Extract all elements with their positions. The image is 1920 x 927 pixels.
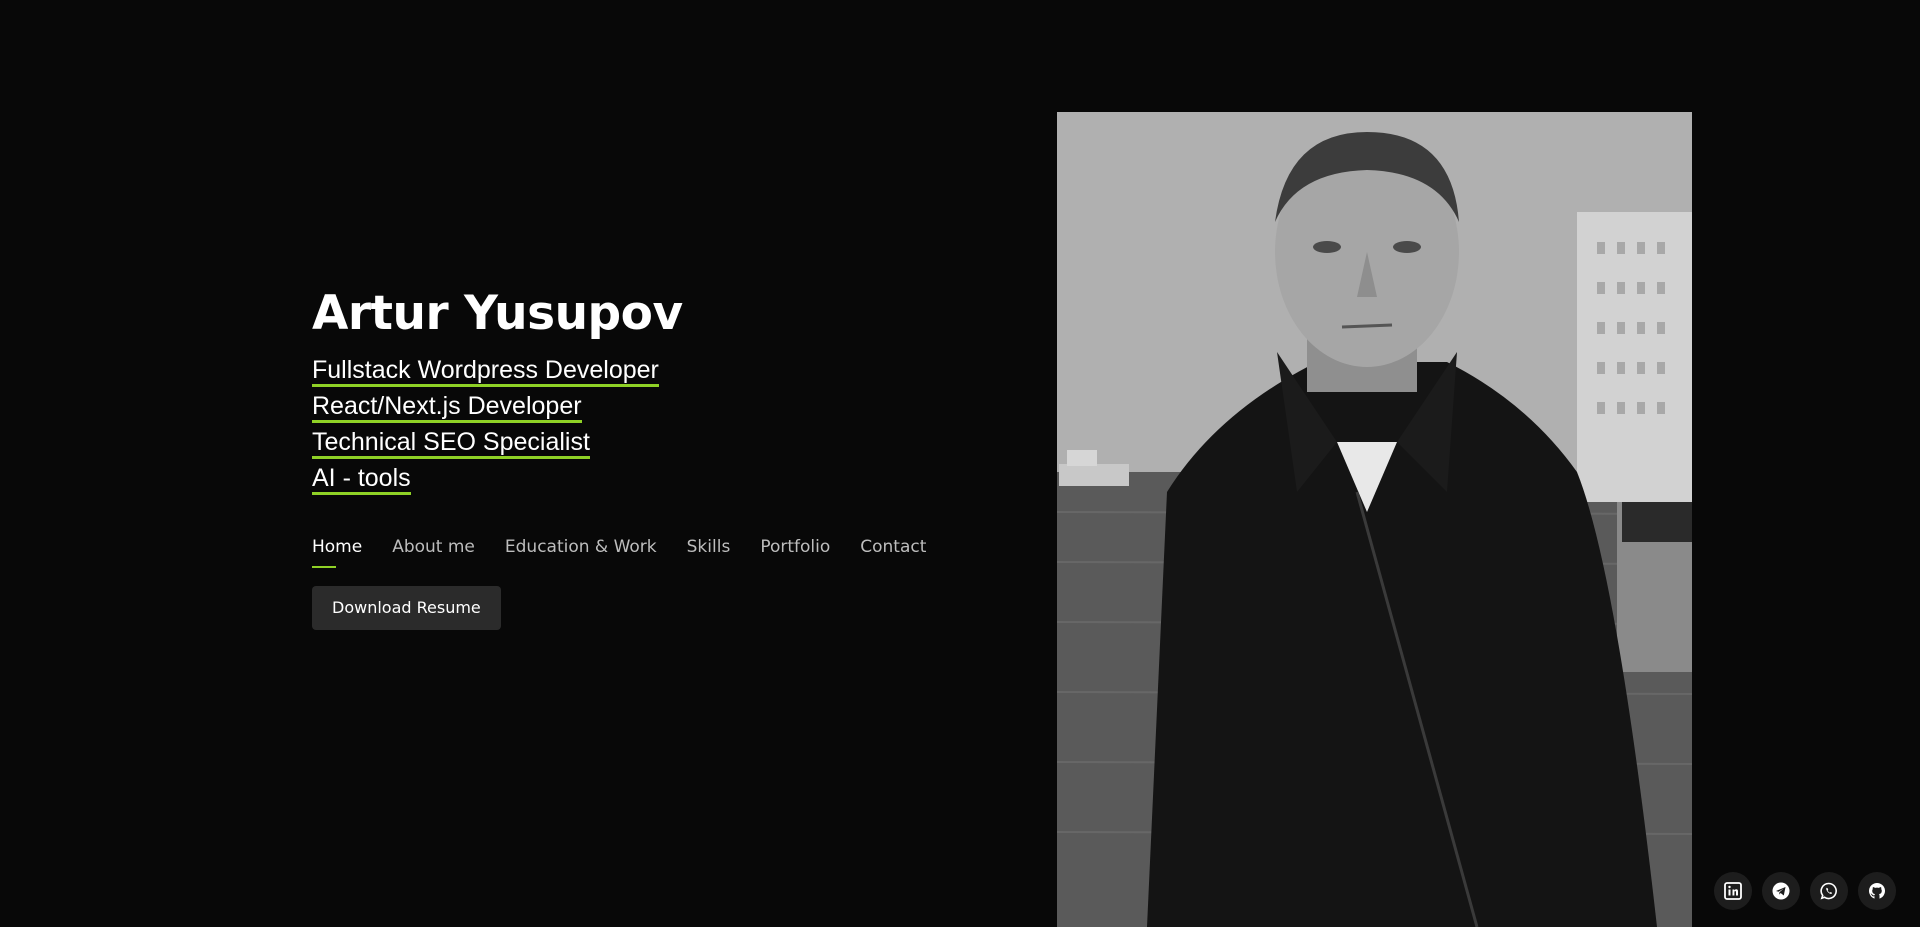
role-item: Fullstack Wordpress Developer [312, 354, 952, 390]
telegram-icon [1772, 882, 1790, 900]
roles-list: Fullstack Wordpress Developer React/Next… [312, 354, 952, 498]
role-item: AI - tools [312, 462, 952, 498]
social-links [1714, 872, 1896, 910]
nav-item-home[interactable]: Home [312, 534, 362, 568]
telegram-link[interactable] [1762, 872, 1800, 910]
download-resume-button[interactable]: Download Resume [312, 586, 501, 630]
nav-item-about[interactable]: About me [392, 534, 475, 564]
nav-item-portfolio[interactable]: Portfolio [760, 534, 830, 564]
nav-item-education-work[interactable]: Education & Work [505, 534, 657, 564]
intro-section: Artur Yusupov Fullstack Wordpress Develo… [312, 282, 952, 630]
nav-item-skills[interactable]: Skills [687, 534, 731, 564]
github-link[interactable] [1858, 872, 1896, 910]
page-title: Artur Yusupov [312, 286, 683, 341]
role-item: Technical SEO Specialist [312, 426, 952, 462]
github-icon [1868, 883, 1886, 899]
whatsapp-link[interactable] [1810, 872, 1848, 910]
role-item: React/Next.js Developer [312, 390, 952, 426]
role-link-ai[interactable]: AI - tools [312, 464, 411, 495]
role-link-react[interactable]: React/Next.js Developer [312, 392, 582, 423]
linkedin-icon [1724, 882, 1742, 900]
role-link-wordpress[interactable]: Fullstack Wordpress Developer [312, 356, 659, 387]
linkedin-link[interactable] [1714, 872, 1752, 910]
nav-item-contact[interactable]: Contact [860, 534, 926, 564]
profile-photo [1057, 112, 1692, 927]
role-link-seo[interactable]: Technical SEO Specialist [312, 428, 590, 459]
whatsapp-icon [1820, 882, 1837, 900]
home-page: Artur Yusupov Fullstack Wordpress Develo… [0, 0, 1920, 927]
profile-photo-illustration [1057, 112, 1692, 927]
main-nav: Home About me Education & Work Skills Po… [312, 534, 952, 568]
